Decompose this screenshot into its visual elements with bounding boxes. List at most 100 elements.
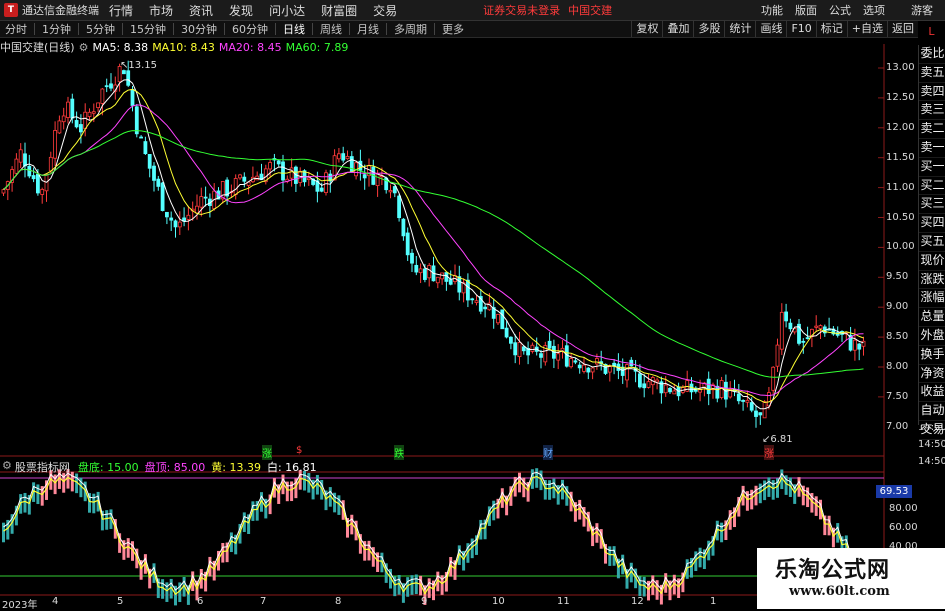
indicator-bar [414,574,418,595]
candle-body [405,232,410,256]
candle-body [422,268,427,280]
candle-body [706,378,711,394]
panel-item-13[interactable]: 涨幅 [919,289,945,309]
candle-body [521,346,526,352]
indicator-tick: 80.00 [889,503,918,514]
panel-item-10[interactable]: 买五 [919,233,945,252]
candle-body [319,187,324,192]
candle-body [109,83,113,89]
candle-body [375,172,380,186]
event-marker-dollar[interactable]: $ [296,445,302,456]
panel-item-8[interactable]: 买三 [919,195,945,215]
indicator-bar [23,492,27,513]
panel-item-12[interactable]: 涨跌 [919,271,945,290]
candle-body [164,211,169,218]
indicator-header: ⚙ 股票指标网 盘底: 15.00 盘顶: 85.00 黄: 13.39 白: … [2,459,317,475]
candle-body [762,401,767,419]
indicator-white-label: 白: 16.81 [266,461,317,474]
price-tick: 11.50 [886,151,915,163]
candle-body [569,358,573,368]
candle-body [53,130,57,159]
candle-body [857,343,862,350]
panel-item-0[interactable]: 委比 [919,45,945,64]
panel-item-7[interactable]: 买二 [919,177,945,196]
panel-item-6[interactable]: 买一 [919,158,945,177]
panel-item-15[interactable]: 外盘 [919,327,945,346]
candle-body [435,276,440,284]
candle-body [143,141,148,155]
candle-body [74,120,79,128]
panel-item-14[interactable]: 总量 [919,308,945,327]
candle-body [349,156,354,173]
candle-body [801,340,806,343]
candle-body [36,173,40,194]
candle-body [767,392,771,407]
price-tick: 10.50 [886,211,915,223]
candle-body [96,102,100,109]
candle-body [57,120,62,134]
candle-body [504,327,509,338]
candle-body [169,217,174,221]
candle-body [126,70,131,86]
panel-item-5[interactable]: 卖一 [919,139,945,158]
panel-item-4[interactable]: 卖二 [919,120,945,139]
candle-body [741,400,745,402]
candle-body [448,279,453,285]
candle-body [40,189,45,195]
date-tick: 12 [631,596,644,607]
ma10-line [3,88,864,404]
candle-body [139,136,144,139]
panel-item-17[interactable]: 净资 [919,365,945,384]
candle-body [814,325,819,328]
indicator-bar [535,468,539,488]
date-tick: 11 [557,596,570,607]
indicator-yellow-line [3,475,864,596]
low-price-label: ↙6.81 [762,434,793,445]
panel-item-16[interactable]: 换手 [919,346,945,365]
panel-item-11[interactable]: 现价 [919,252,945,271]
candle-body [470,298,475,301]
panel-item-20[interactable]: 交易 [919,421,945,440]
event-marker-up[interactable]: 涨 [262,445,272,460]
panel-item-1[interactable]: 卖五 [919,64,945,83]
candle-body [31,175,36,180]
candle-body [646,381,651,388]
event-marker-finance[interactable]: 财 [543,445,553,460]
date-tick: 9 [421,596,428,607]
candle-body [186,214,191,220]
candle-body [663,384,668,394]
candle-body [784,311,788,322]
panel-item-18[interactable]: 收益 [919,383,945,403]
price-tick: 8.50 [886,331,909,343]
candle-body [853,339,857,351]
indicator-bar [105,510,109,530]
candle-body [70,98,75,119]
candle-body [134,106,139,135]
indicator-bar [548,480,552,500]
event-marker-up-2[interactable]: 涨 [764,445,774,460]
panel-item-19[interactable]: 自动 [919,402,945,421]
panel-item-9[interactable]: 买四 [919,214,945,233]
indicator-bar [36,484,40,505]
price-tick: 12.50 [886,91,915,103]
candle-body [268,162,273,170]
settings-icon[interactable]: ⚙ [2,459,12,475]
kline-chart[interactable] [0,0,945,609]
watermark-logo: 乐淘公式网 www.60lt.com [757,548,945,609]
candle-body [100,88,105,104]
indicator-name[interactable]: 股票指标网 [15,459,70,475]
indicator-bar [608,546,612,566]
candle-body [83,111,88,130]
candle-body [418,268,423,274]
candle-body [508,336,513,344]
candle-body [668,388,672,393]
date-tick: 8 [335,596,342,607]
candle-body [156,178,161,187]
panel-item-2[interactable]: 卖四 [919,83,945,102]
candle-body [388,190,393,193]
panel-item-3[interactable]: 卖三 [919,101,945,121]
date-tick: 5 [117,596,124,607]
event-marker-down[interactable]: 跌 [394,445,404,460]
candle-body [242,176,247,182]
price-tick: 11.00 [886,181,915,193]
